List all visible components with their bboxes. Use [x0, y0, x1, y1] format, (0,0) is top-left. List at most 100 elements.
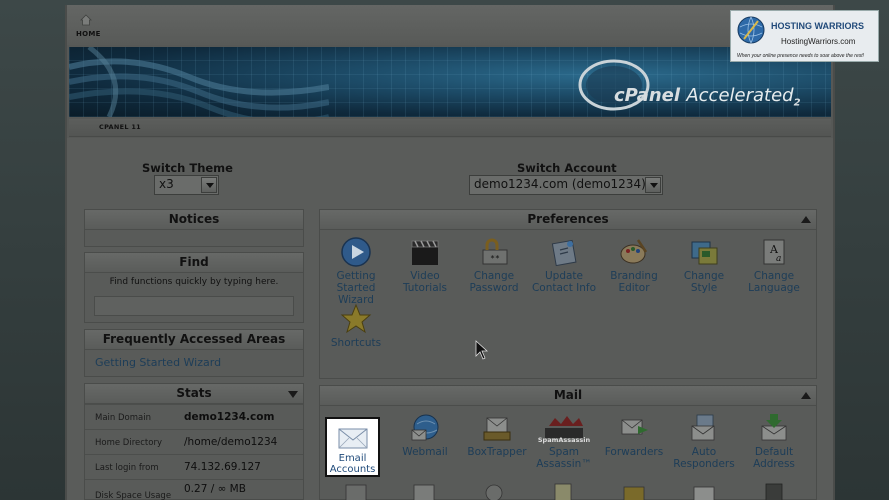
frequent-areas-panel: Frequently Accessed Areas Getting Starte… — [84, 329, 304, 377]
envelope-icon — [338, 428, 367, 449]
email-authentication-icon[interactable] — [620, 481, 648, 500]
mailing-lists-icon[interactable] — [342, 481, 370, 500]
top-nav-bar: HOME — [67, 5, 833, 45]
switch-theme-title: Switch Theme — [142, 161, 233, 175]
shortcuts-label: Shortcuts — [330, 337, 382, 349]
mail-header: Mail — [320, 386, 816, 406]
change-language-item[interactable]: A a Change Language — [741, 236, 807, 294]
style-icon — [691, 241, 718, 265]
email-accounts-item[interactable]: Email Accounts — [325, 417, 380, 477]
stats-label: Last login from — [95, 463, 159, 473]
spam-assassin-item[interactable]: SpamAssassin Spam Assassin™ — [531, 412, 597, 470]
cpanel-banner: cPanel Accelerated2 — [69, 47, 831, 117]
mail-title: Mail — [553, 388, 583, 402]
notices-panel: Notices — [84, 209, 304, 247]
contact-icon — [551, 239, 577, 267]
switch-account-value: demo1234.com (demo1234) — [474, 177, 646, 191]
hosting-warriors-watermark: HOSTING WARRIORS HostingWarriors.com Whe… — [730, 10, 879, 62]
switch-theme-value: x3 — [159, 177, 174, 191]
collapse-icon[interactable] — [801, 392, 811, 399]
autoresponder-icon — [691, 414, 715, 441]
change-password-item[interactable]: ** Change Password — [461, 236, 527, 294]
preferences-header: Preferences — [320, 210, 816, 230]
spam-assassin-badge: SpamAssassin — [537, 436, 591, 444]
video-tutorials-item[interactable]: Video Tutorials — [392, 236, 458, 294]
svg-text:a: a — [776, 254, 781, 264]
boxtrapper-label: BoxTrapper — [467, 446, 527, 458]
preferences-panel: Preferences Getting Started Wizard Video… — [319, 209, 817, 379]
collapse-icon[interactable] — [801, 216, 811, 223]
webmail-item[interactable]: Webmail — [392, 412, 458, 458]
auto-responders-item[interactable]: Auto Responders — [671, 412, 737, 470]
stats-value: 0.27 / ∞ MB — [184, 483, 246, 495]
mail-panel: Mail Webmail BoxTrapper SpamAssassin Spa… — [319, 385, 817, 500]
cpanel-page: HOME cPanel Accelerated2 CPANEL 11 Switc… — [65, 5, 835, 500]
stats-header: Stats — [85, 384, 303, 404]
expand-icon[interactable] — [288, 391, 298, 398]
stats-row: Last login from 74.132.69.127 — [85, 454, 303, 479]
preferences-title: Preferences — [527, 212, 609, 226]
branding-editor-label: Branding Editor — [610, 270, 658, 294]
webmail-label: Webmail — [402, 446, 448, 458]
chevron-down-icon[interactable] — [201, 177, 217, 193]
shortcuts-item[interactable]: Shortcuts — [323, 303, 389, 349]
chevron-down-icon[interactable] — [645, 177, 661, 193]
svg-text:**: ** — [490, 254, 500, 263]
stats-label: Main Domain — [95, 413, 151, 423]
globe-icon — [737, 16, 765, 44]
import-addresses-icon[interactable] — [549, 481, 577, 500]
stats-panel: Stats Main Domain demo1234.com Home Dire… — [84, 383, 304, 500]
watermark-title: HOSTING WARRIORS — [771, 21, 865, 31]
boxtrapper-icon — [483, 417, 511, 441]
frequent-areas-header: Frequently Accessed Areas — [85, 330, 303, 350]
update-contact-info-item[interactable]: Update Contact Info — [531, 236, 597, 294]
change-style-item[interactable]: Change Style — [671, 236, 737, 294]
default-address-icon — [761, 414, 787, 441]
breadcrumb: CPANEL 11 — [69, 119, 831, 137]
auto-responders-label: Auto Responders — [673, 446, 735, 470]
getting-started-wizard-label: Getting Started Wizard — [336, 270, 376, 306]
notices-header: Notices — [85, 210, 303, 230]
forwarders-icon — [621, 419, 648, 435]
watermark-url: HostingWarriors.com — [781, 37, 856, 46]
switch-account-title: Switch Account — [517, 161, 617, 175]
forwarders-item[interactable]: Forwarders — [601, 412, 667, 458]
stats-value: demo1234.com — [184, 411, 275, 423]
frequent-getting-started-link[interactable]: Getting Started Wizard — [95, 356, 221, 369]
find-description: Find functions quickly by typing here. — [109, 277, 279, 287]
email-accounts-label: Email Accounts — [329, 453, 376, 475]
password-icon: ** — [482, 238, 508, 265]
boxtrapper-item[interactable]: BoxTrapper — [464, 412, 530, 458]
find-panel: Find Find functions quickly by typing he… — [84, 252, 304, 323]
find-header: Find — [85, 253, 303, 273]
stats-value: /home/demo1234 — [184, 436, 278, 448]
forwarders-label: Forwarders — [604, 446, 664, 458]
watermark-tagline: When your online presence needs to soar … — [737, 53, 865, 59]
stats-value: 74.132.69.127 — [184, 461, 261, 473]
change-style-label: Change Style — [683, 270, 725, 294]
account-level-filtering-icon[interactable] — [410, 481, 438, 500]
star-icon — [340, 303, 372, 334]
change-password-label: Change Password — [469, 270, 519, 294]
home-link[interactable]: HOME — [76, 30, 101, 38]
switch-theme-select[interactable]: x3 — [154, 175, 219, 195]
find-input[interactable] — [94, 296, 294, 316]
home-icon[interactable] — [80, 14, 92, 26]
email-trace-icon[interactable] — [760, 481, 788, 500]
default-address-item[interactable]: Default Address — [741, 412, 807, 470]
palette-icon — [620, 239, 648, 264]
user-level-filtering-icon[interactable] — [480, 481, 508, 500]
stats-label: Disk Space Usage — [95, 491, 172, 500]
switch-account-select[interactable]: demo1234.com (demo1234) — [469, 175, 663, 195]
branding-editor-item[interactable]: Branding Editor — [601, 236, 667, 294]
update-contact-info-label: Update Contact Info — [531, 270, 597, 294]
breadcrumb-label[interactable]: CPANEL 11 — [99, 123, 141, 131]
webmail-icon — [411, 414, 439, 441]
getting-started-wizard-item[interactable]: Getting Started Wizard — [323, 236, 389, 306]
mx-entry-icon[interactable] — [690, 481, 718, 500]
stats-row: Disk Space Usage 0.27 / ∞ MB — [85, 479, 303, 500]
video-tutorials-label: Video Tutorials — [402, 270, 448, 294]
stats-title: Stats — [176, 386, 212, 400]
clapperboard-icon — [411, 240, 439, 265]
main-content: Switch Theme x3 Switch Account demo1234.… — [67, 138, 833, 500]
